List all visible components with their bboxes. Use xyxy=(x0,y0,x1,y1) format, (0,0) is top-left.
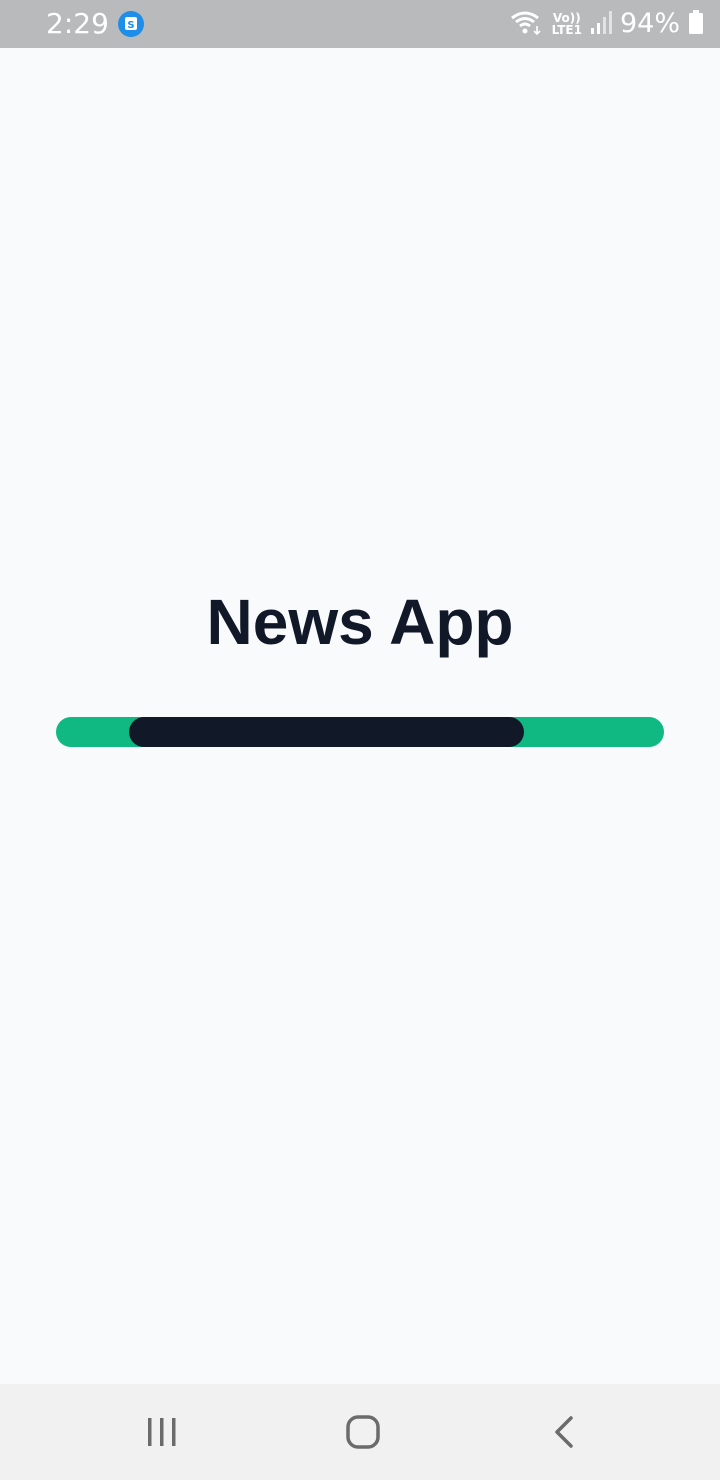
home-icon xyxy=(346,1415,380,1449)
recents-button[interactable] xyxy=(132,1408,192,1456)
svg-text:S: S xyxy=(127,20,134,31)
status-time: 2:29 xyxy=(46,7,109,40)
network-label: Vo)) LTE1 xyxy=(552,12,582,36)
app-title: News App xyxy=(206,586,514,658)
navigation-bar xyxy=(0,1384,720,1480)
signal-icon xyxy=(590,9,612,40)
loading-progress-track xyxy=(56,717,664,747)
status-bar: 2:29 S Vo)) LTE1 94% xyxy=(0,0,720,48)
battery-icon xyxy=(688,9,704,40)
status-icons: Vo)) LTE1 94% xyxy=(510,6,704,42)
back-icon xyxy=(555,1416,573,1448)
home-button[interactable] xyxy=(333,1408,393,1456)
lte-label: LTE1 xyxy=(551,23,582,37)
back-button[interactable] xyxy=(534,1408,594,1456)
battery-percent: 94% xyxy=(619,8,680,39)
recents-icon xyxy=(148,1418,176,1446)
s-app-icon: S xyxy=(118,11,144,37)
wifi-icon xyxy=(510,8,544,41)
loading-progress-indicator xyxy=(128,717,525,747)
